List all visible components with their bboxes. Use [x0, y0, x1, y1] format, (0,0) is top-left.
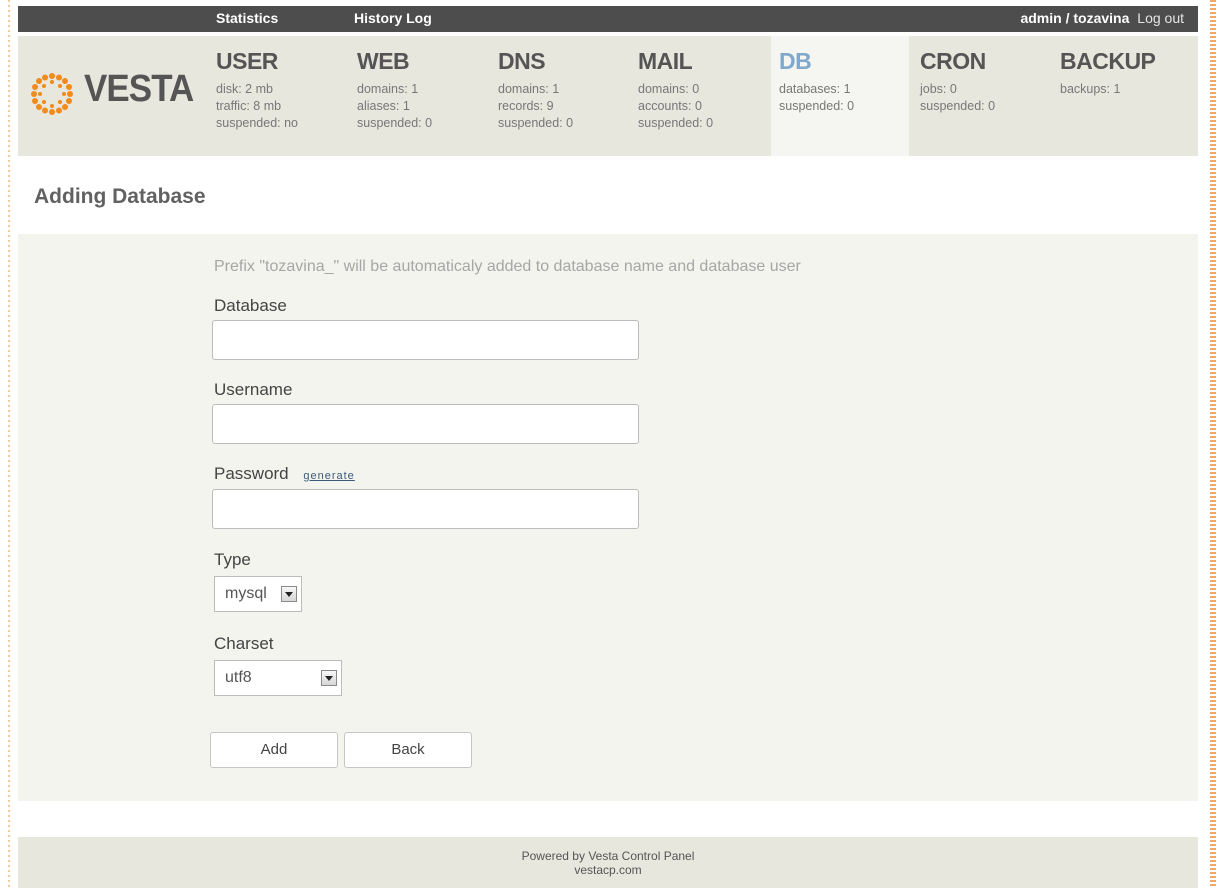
username-field[interactable]	[212, 404, 639, 444]
prefix-hint: Prefix "tozavina_" will be automaticaly …	[214, 258, 801, 275]
left-border-decoration	[8, 0, 10, 888]
tab-title: DNS	[498, 48, 546, 74]
add-database-form: Prefix "tozavina_" will be automaticaly …	[18, 234, 1198, 801]
tab-title: CRON	[920, 48, 986, 74]
tab-user[interactable]: USER disk: 2 mb traffic: 8 mb suspended:…	[208, 36, 346, 156]
tab-stat: suspended: 0	[920, 99, 996, 113]
username-label: Username	[214, 380, 293, 399]
tab-stat: disk: 2 mb	[216, 82, 273, 96]
password-label-row: Password generate	[214, 464, 355, 484]
footer-powered-by: Powered by Vesta Control Panel	[521, 849, 695, 863]
tab-title: USER	[216, 48, 278, 74]
tab-stat: domains: 0	[638, 82, 700, 96]
tab-web[interactable]: WEB domains: 1 aliases: 1 suspended: 0	[349, 36, 487, 156]
tab-stat: backups: 1	[1060, 82, 1121, 96]
tab-stat: records: 9	[498, 99, 554, 113]
footer: Powered by Vesta Control Panel vestacp.c…	[18, 837, 1198, 888]
chevron-down-icon[interactable]	[281, 586, 297, 602]
database-label: Database	[214, 296, 287, 315]
tab-title: MAIL	[638, 48, 693, 74]
sun-dots-logo-icon	[31, 73, 73, 115]
tab-stat: domains: 1	[357, 82, 419, 96]
tab-stat: jobs: 0	[920, 82, 957, 96]
charset-label: Charset	[214, 634, 274, 653]
database-field[interactable]	[212, 320, 639, 360]
add-button[interactable]: Add	[210, 732, 338, 768]
type-selected-value: mysql	[225, 585, 267, 602]
password-label: Password	[214, 464, 289, 483]
tab-stat: databases: 1	[779, 82, 851, 96]
tab-stat: accounts: 0	[638, 99, 702, 113]
header-panel: VESTA USER disk: 2 mb traffic: 8 mb susp…	[18, 36, 1198, 156]
page-title: Adding Database	[34, 185, 206, 208]
charset-selected-value: utf8	[225, 669, 252, 686]
tab-title: BACKUP	[1060, 48, 1156, 74]
tab-dns[interactable]: DNS domains: 1 records: 9 suspended: 0	[490, 36, 628, 156]
footer-site-link[interactable]: vestacp.com	[18, 863, 1198, 877]
nav-statistics-link[interactable]: Statistics	[216, 10, 278, 26]
tab-mail[interactable]: MAIL domains: 0 accounts: 0 suspended: 0	[630, 36, 768, 156]
top-nav-bar: Statistics History Log admin / tozavina …	[18, 6, 1198, 32]
type-select[interactable]: mysql	[214, 576, 302, 612]
back-button[interactable]: Back	[344, 732, 472, 768]
tab-stat: traffic: 8 mb	[216, 99, 282, 113]
password-field[interactable]	[212, 489, 639, 529]
type-label: Type	[214, 550, 251, 569]
tab-stat: suspended: 0	[779, 99, 855, 113]
tab-db[interactable]: DB databases: 1 suspended: 0	[771, 36, 909, 156]
tab-cron[interactable]: CRON jobs: 0 suspended: 0	[912, 36, 1050, 156]
logout-link[interactable]: Log out	[1137, 10, 1184, 26]
nav-history-log-link[interactable]: History Log	[354, 10, 432, 26]
tab-title: WEB	[357, 48, 410, 74]
charset-select[interactable]: utf8	[214, 660, 342, 696]
tab-stat: aliases: 1	[357, 99, 410, 113]
page-border-decoration	[1210, 0, 1216, 888]
current-user[interactable]: admin / tozavina	[1020, 10, 1129, 26]
tab-title: DB	[779, 48, 812, 74]
vesta-logo[interactable]: VESTA	[24, 64, 194, 124]
logo-text: VESTA	[84, 68, 194, 110]
tab-stat: suspended: 0	[357, 116, 433, 130]
page: Statistics History Log admin / tozavina …	[18, 0, 1198, 888]
tab-stat: suspended: 0	[498, 116, 574, 130]
generate-password-link[interactable]: generate	[303, 470, 354, 482]
tab-backup[interactable]: BACKUP backups: 1	[1052, 36, 1190, 156]
chevron-down-icon[interactable]	[321, 670, 337, 686]
tab-stat: suspended: 0	[638, 116, 714, 130]
tab-stat: domains: 1	[498, 82, 560, 96]
user-area: admin / tozavina Log out	[1020, 10, 1184, 26]
tab-stat: suspended: no	[216, 116, 299, 130]
